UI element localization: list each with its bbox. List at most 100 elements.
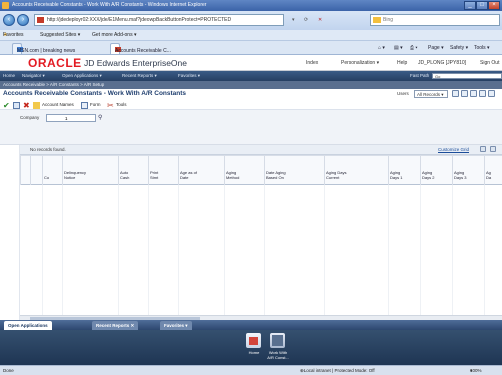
- col-print-stmt[interactable]: Print Stmt: [148, 156, 178, 186]
- refresh-icon[interactable]: ⟳: [304, 14, 308, 26]
- export-icon[interactable]: [479, 90, 486, 97]
- home-app-icon[interactable]: [246, 333, 261, 348]
- tab-open-applications[interactable]: Open Applications: [4, 321, 52, 330]
- minimize-icon[interactable]: _: [464, 1, 476, 10]
- grid-checkbox-column: [30, 156, 42, 186]
- form-toolbar: ✔ ✖ Account Names Form ✂ Tools: [0, 100, 502, 110]
- form-title: Accounts Receivable Constants - Work Wit…: [3, 90, 187, 97]
- user-environment: JD_PLONG [JPY810]: [418, 60, 467, 66]
- menu-favorites[interactable]: Favorites ▾: [178, 71, 200, 81]
- tab-recent-reports[interactable]: Recent Reports ✕: [92, 321, 139, 330]
- page-menu[interactable]: Page ▾: [428, 44, 444, 53]
- menu-home[interactable]: Home: [3, 71, 15, 81]
- grid-settings-icon[interactable]: [480, 146, 486, 152]
- site-favicon: [37, 17, 44, 23]
- dropdown-icon[interactable]: ▾: [292, 14, 295, 26]
- fav-link-suggested[interactable]: Suggested Sites ▾: [40, 30, 80, 41]
- forward-icon[interactable]: ›: [17, 14, 29, 26]
- oracle-header: ORACLE JD Edwards EnterpriseOne Index Pe…: [0, 55, 502, 71]
- menu-recent-reports[interactable]: Recent Reports ▾: [122, 71, 157, 81]
- maximize-icon[interactable]: □: [476, 1, 488, 10]
- menu-navigator[interactable]: Navigator ▾: [22, 71, 45, 81]
- browser-tab-msn[interactable]: MSN.com | breaking news: [12, 43, 75, 54]
- records-message: No records found.: [30, 147, 66, 152]
- ie-logo-icon: [2, 2, 9, 9]
- address-input[interactable]: http://jdedeployr02:XXX/jde/E1Menu.maf?j…: [34, 14, 284, 26]
- form-header: Accounts Receivable Constants - Work Wit…: [0, 89, 502, 100]
- company-input[interactable]: 1: [46, 114, 96, 122]
- zoom-level[interactable]: 100% ▾: [470, 366, 482, 375]
- company-label: Company: [20, 115, 40, 120]
- product-name: JD Edwards EnterpriseOne: [84, 58, 187, 68]
- browser-tab-accounts[interactable]: Accounts Receivable C...: [110, 43, 171, 54]
- work-with-ar-app-icon[interactable]: [270, 333, 285, 348]
- grid-select-column: [20, 156, 30, 186]
- bing-icon: [373, 17, 381, 23]
- search-placeholder: Bing: [383, 17, 394, 23]
- col-date-aging-based-on[interactable]: Date Aging Based On: [264, 156, 324, 186]
- tab-close-icon[interactable]: ✕: [131, 323, 135, 328]
- personalize-icon[interactable]: [461, 90, 468, 97]
- account-names-icon: [33, 102, 40, 109]
- open-applications-panel: Home Work With A/R Const...: [0, 330, 502, 365]
- help-link[interactable]: Help: [397, 60, 407, 66]
- fastpath-input[interactable]: Go: [432, 73, 502, 79]
- customize-grid-link[interactable]: Customize Grid: [438, 147, 469, 152]
- tools-menu-button[interactable]: Tools: [116, 100, 127, 110]
- grid-header-bar: No records found. Customize Grid: [20, 145, 502, 155]
- left-gutter: [0, 145, 20, 320]
- fav-link-addons[interactable]: Get more Add-ons ▾: [92, 30, 136, 41]
- col-aging-days-2[interactable]: Aging Days 2: [420, 156, 452, 186]
- close-form-icon[interactable]: ✖: [23, 102, 30, 110]
- help-icon[interactable]: [488, 90, 495, 97]
- oracle-logo: ORACLE: [28, 56, 82, 70]
- bottom-tab-bar: Open Applications Recent Reports ✕ Favor…: [0, 320, 502, 330]
- col-aging-days-3[interactable]: Aging Days 3: [452, 156, 484, 186]
- e1-menu-bar: Home Navigator ▾ Open Applications ▾ Rec…: [0, 71, 502, 81]
- feeds-icon[interactable]: ▤ ▾: [394, 44, 403, 53]
- col-co[interactable]: Co: [42, 156, 62, 186]
- window-title: Accounts Receivable Constants - Work Wit…: [12, 2, 207, 8]
- search-input[interactable]: Bing: [370, 14, 500, 26]
- home-icon[interactable]: ⌂ ▾: [378, 44, 385, 53]
- find-icon[interactable]: [13, 102, 20, 109]
- stop-icon[interactable]: ✕: [318, 14, 322, 26]
- col-aging-method[interactable]: Aging Method: [224, 156, 264, 186]
- query-icon[interactable]: [452, 90, 459, 97]
- tools-icon: ✂: [107, 101, 114, 110]
- print-form-icon[interactable]: [470, 90, 477, 97]
- col-delinquency-notice[interactable]: Delinquency Notice: [62, 156, 118, 186]
- index-link[interactable]: Index: [306, 60, 318, 66]
- browser-tab-row: MSN.com | breaking news Accounts Receiva…: [0, 41, 502, 55]
- favorites-bar: ★ Favorites Suggested Sites ▾ Get more A…: [0, 30, 502, 41]
- personalization-link[interactable]: Personalization ▾: [341, 60, 379, 66]
- users-label: Users: [397, 91, 409, 96]
- signout-link[interactable]: Sign Out: [480, 60, 499, 66]
- home-app-label[interactable]: Home: [244, 350, 264, 356]
- select-check-icon[interactable]: ✔: [3, 102, 10, 110]
- grid-export-icon[interactable]: [490, 146, 496, 152]
- col-age-as-of-date[interactable]: Age as of Date: [178, 156, 224, 186]
- back-icon[interactable]: ‹: [3, 14, 15, 26]
- tab-favorites[interactable]: Favorites ▾: [160, 321, 192, 330]
- form-menu-button[interactable]: Form: [90, 100, 101, 110]
- menu-open-applications[interactable]: Open Applications ▾: [62, 71, 102, 81]
- col-aging-days-current[interactable]: Aging Days Current: [324, 156, 388, 186]
- address-text: http://jdedeployr02:XXX/jde/E1Menu.maf?j…: [47, 17, 232, 23]
- work-with-ar-app-label[interactable]: Work With A/R Const...: [264, 350, 292, 360]
- tools-menu[interactable]: Tools ▾: [474, 44, 490, 53]
- safety-menu[interactable]: Safety ▾: [450, 44, 468, 53]
- col-aging-days-4[interactable]: Ag Da: [484, 156, 502, 186]
- account-names-button[interactable]: Account Names: [42, 100, 74, 110]
- print-icon[interactable]: ⎙ ▾: [410, 44, 418, 53]
- col-aging-days-1[interactable]: Aging Days 1: [388, 156, 420, 186]
- status-text: Done: [3, 368, 14, 373]
- window-titlebar: Accounts Receivable Constants - Work Wit…: [0, 0, 502, 11]
- close-icon[interactable]: ×: [488, 1, 500, 10]
- breadcrumb: Accounts Receivable > A/R Constants > A/…: [0, 81, 502, 89]
- zone-text: ⊕ Local intranet | Protected Mode: Off: [300, 368, 375, 373]
- form-menu-icon: [81, 102, 88, 109]
- col-auto-cash[interactable]: Auto Cash: [118, 156, 148, 186]
- users-select[interactable]: All Records ▾: [414, 90, 448, 98]
- visual-assist-icon[interactable]: ⚲: [98, 114, 102, 121]
